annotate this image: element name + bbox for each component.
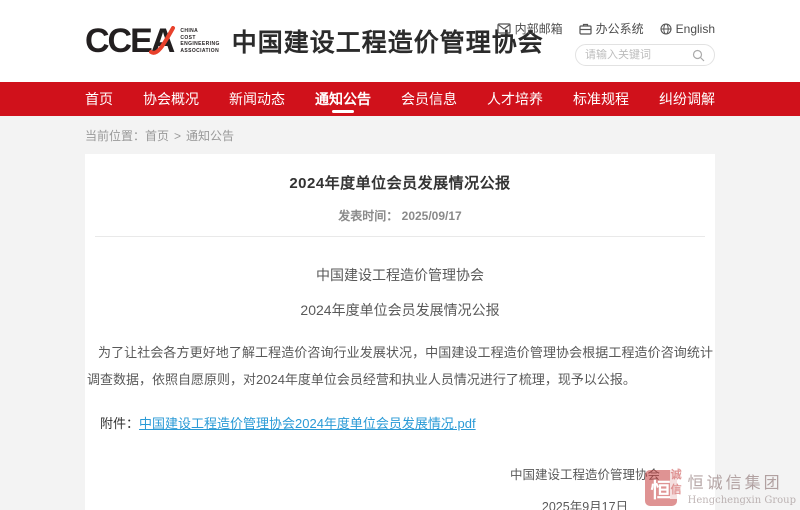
logo-subtext-line: ASSOCIATION <box>180 48 219 55</box>
nav-item-mediation[interactable]: 纠纷调解 <box>659 82 715 116</box>
nav-item-standards[interactable]: 标准规程 <box>573 82 629 116</box>
office-system-label: 办公系统 <box>596 20 644 37</box>
article-body-title-line: 2024年度单位会员发展情况公报 <box>85 300 715 320</box>
nav-item-about[interactable]: 协会概况 <box>143 82 199 116</box>
signature-inner: 中国建设工程造价管理协会 2025年9月17日 <box>510 464 660 510</box>
article-meta: 发表时间： 2025/09/17 <box>85 207 715 224</box>
title-divider <box>95 236 705 237</box>
english-link[interactable]: English <box>660 22 715 36</box>
attachment-pdf-link[interactable]: 中国建设工程造价管理协会2024年度单位会员发展情况.pdf <box>139 416 476 431</box>
logo-subtext: CHINA COST ENGINEERING ASSOCIATION <box>180 28 219 54</box>
search-icon[interactable] <box>692 49 705 62</box>
breadcrumb-separator: > <box>174 129 181 143</box>
nav-item-members[interactable]: 会员信息 <box>401 82 457 116</box>
nav-item-news[interactable]: 新闻动态 <box>229 82 285 116</box>
breadcrumb-current: 通知公告 <box>186 129 234 143</box>
signature-org-name: 中国建设工程造价管理协会 <box>510 464 660 483</box>
logo-red-swoosh-icon <box>149 26 177 58</box>
article-paragraph: 为了让社会各方更好地了解工程造价咨询行业发展状况，中国建设工程造价管理协会根据工… <box>87 340 713 393</box>
site-logo[interactable]: CCEA CHINA COST ENGINEERING ASSOCIATION … <box>85 23 544 59</box>
nav-item-home[interactable]: 首页 <box>85 82 113 116</box>
publish-time-value: 2025/09/17 <box>402 209 462 223</box>
article-body-org-line: 中国建设工程造价管理协会 <box>85 265 715 285</box>
breadcrumb-prefix: 当前位置： <box>85 129 145 143</box>
signature-date: 2025年9月17日 <box>510 496 660 510</box>
article-title: 2024年度单位会员发展情况公报 <box>85 172 715 193</box>
office-icon <box>579 23 592 35</box>
attachment-row: 附件：中国建设工程造价管理协会2024年度单位会员发展情况.pdf <box>85 413 715 432</box>
mail-icon <box>497 23 511 34</box>
main-nav: 首页 协会概况 新闻动态 通知公告 会员信息 人才培养 标准规程 纠纷调解 <box>0 82 800 116</box>
breadcrumb-home-link[interactable]: 首页 <box>145 129 169 143</box>
search-input[interactable] <box>585 49 685 61</box>
internal-mail-link[interactable]: 内部邮箱 <box>497 20 563 37</box>
publish-time-label: 发表时间： <box>338 209 398 223</box>
search-box[interactable] <box>575 44 715 66</box>
nav-item-notices[interactable]: 通知公告 <box>315 82 371 116</box>
nav-item-training[interactable]: 人才培养 <box>487 82 543 116</box>
main-nav-inner: 首页 协会概况 新闻动态 通知公告 会员信息 人才培养 标准规程 纠纷调解 <box>85 82 715 116</box>
article-card: 2024年度单位会员发展情况公报 发表时间： 2025/09/17 中国建设工程… <box>85 154 715 510</box>
site-header: CCEA CHINA COST ENGINEERING ASSOCIATION … <box>0 0 800 82</box>
english-label: English <box>676 22 715 36</box>
globe-icon <box>660 23 672 35</box>
breadcrumb: 当前位置：首页 > 通知公告 <box>0 116 800 154</box>
attachment-label: 附件： <box>100 416 139 431</box>
quick-links: 内部邮箱 办公系统 English <box>497 20 715 37</box>
header-utilities: 内部邮箱 办公系统 English <box>497 20 715 66</box>
office-system-link[interactable]: 办公系统 <box>579 20 644 37</box>
internal-mail-label: 内部邮箱 <box>515 20 563 37</box>
ccea-acronym: CCEA <box>85 24 173 58</box>
signature-block: 中国建设工程造价管理协会 2025年9月17日 <box>85 464 715 510</box>
